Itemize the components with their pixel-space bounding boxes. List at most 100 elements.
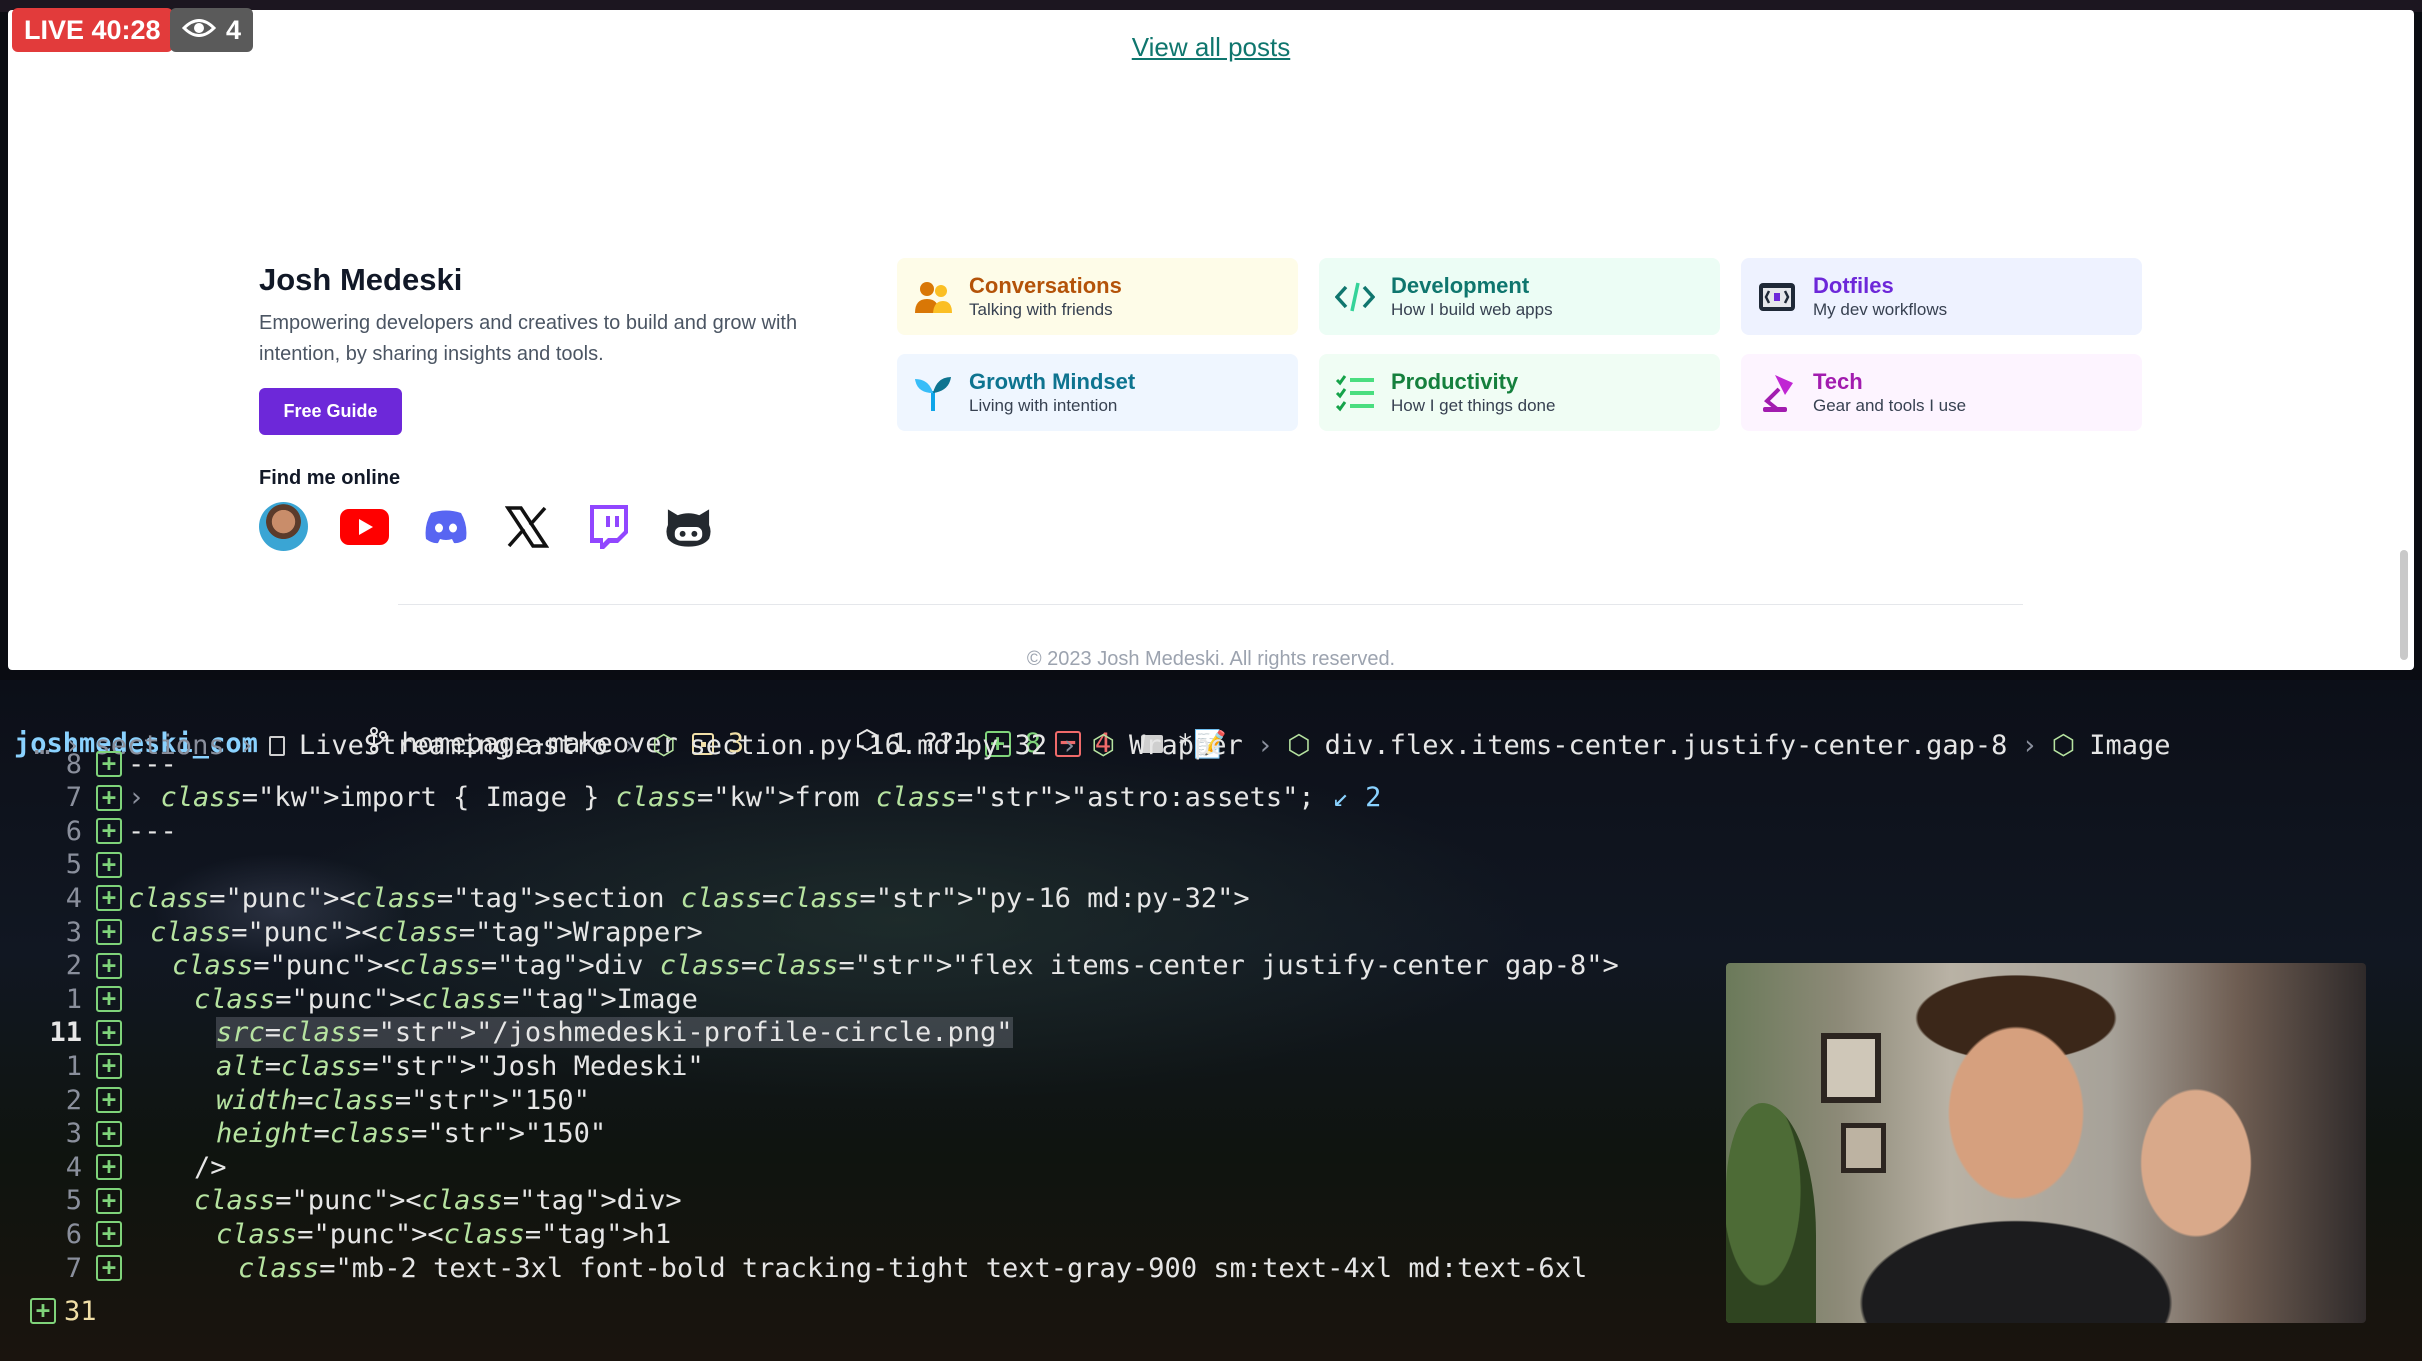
- cube-icon: ⬡: [2051, 730, 2076, 761]
- line-number: 8: [65, 748, 82, 780]
- git-added-sign-icon: +: [96, 952, 122, 979]
- code-line[interactable]: 5 +: [0, 848, 128, 882]
- card-subtitle: My dev workflows: [1813, 299, 1948, 319]
- free-guide-button[interactable]: Free Guide: [259, 388, 402, 435]
- category-cards: Conversations Talking with friends Develo…: [897, 258, 2142, 431]
- chevron-right-icon: ›: [1256, 730, 1274, 761]
- git-added-sign-icon: +: [96, 751, 122, 777]
- fold-chevron-icon[interactable]: ›: [128, 782, 161, 813]
- git-added-sign-icon: +: [96, 1120, 122, 1147]
- plant-decor: [1726, 1103, 1816, 1323]
- code-line[interactable]: 2 + width=class="str">"150": [0, 1083, 590, 1117]
- live-badge: LIVE 40:28: [12, 8, 173, 52]
- code-text: alt=class="str">"Josh Medeski": [216, 1050, 704, 1082]
- line-number: 6: [65, 1218, 82, 1250]
- browser-viewport: View all posts Josh Medeski Empowering d…: [8, 10, 2414, 670]
- code-text: class="punc"><class="tag">Wrapper>: [150, 916, 703, 948]
- page-scrollbar[interactable]: [2400, 550, 2408, 660]
- code-text: />: [194, 1151, 227, 1183]
- code-line[interactable]: 7 + class="mb-2 text-3xl font-bold trackin…: [0, 1251, 1587, 1285]
- line-number: 6: [65, 815, 82, 847]
- breadcrumb-section[interactable]: section.py-16.md:py-32: [690, 730, 1048, 761]
- avatar[interactable]: [259, 502, 308, 551]
- category-card-productivity[interactable]: Productivity How I get things done: [1319, 354, 1720, 431]
- viewer-badge: 4: [170, 8, 254, 52]
- category-card-development[interactable]: Development How I build web apps: [1319, 258, 1720, 335]
- line-number: 5: [65, 849, 82, 881]
- line-number: 7: [65, 782, 82, 814]
- code-line[interactable]: 5 + class="punc"><class="tag">div>: [0, 1184, 682, 1218]
- fold-count: 31: [64, 1295, 97, 1327]
- code-line[interactable]: 1 + alt=class="str">"Josh Medeski": [0, 1049, 704, 1083]
- category-card-dotfiles[interactable]: Dotfiles My dev workflows: [1741, 258, 2142, 335]
- code-line[interactable]: 3 + class="punc"><class="tag">Wrapper>: [0, 915, 703, 949]
- code-line[interactable]: 2 + class="punc"><class="tag">div class=cl…: [0, 949, 1619, 983]
- code-icon: [1335, 277, 1375, 317]
- social-links: [259, 502, 713, 551]
- code-text: class="punc"><class="tag">div>: [194, 1185, 682, 1217]
- code-line[interactable]: 7 + › class="kw">import { Image } class="k…: [0, 781, 1382, 815]
- code-text: height=class="str">"150": [216, 1118, 607, 1150]
- code-line[interactable]: 1 + class="punc"><class="tag">Image: [0, 982, 698, 1016]
- twitch-icon[interactable]: [583, 502, 632, 551]
- breadcrumb-image[interactable]: Image: [2089, 730, 2170, 761]
- git-added-sign-icon: +: [96, 1019, 122, 1046]
- chevron-right-icon: ›: [238, 730, 255, 761]
- code-line[interactable]: 8 + ---: [0, 747, 177, 781]
- copyright-text: © 2023 Josh Medeski. All rights reserved…: [1026, 648, 1396, 670]
- line-number: 4: [65, 1151, 82, 1183]
- view-all-posts-link[interactable]: View all posts: [8, 32, 2414, 63]
- code-text: class="punc"><class="tag">section class=…: [128, 882, 1250, 914]
- code-line[interactable]: 4 + />: [0, 1150, 227, 1184]
- line-number: 2: [65, 1084, 82, 1116]
- footer-divider: [398, 604, 2023, 605]
- line-number: 2: [65, 950, 82, 982]
- author-name: Josh Medeski: [259, 262, 463, 297]
- terminal-icon: [1757, 277, 1797, 317]
- category-card-growth-mindset[interactable]: Growth Mindset Living with intention: [897, 354, 1298, 431]
- cube-icon: ⬡: [651, 730, 676, 761]
- youtube-icon[interactable]: [340, 502, 389, 551]
- x-icon[interactable]: [502, 502, 551, 551]
- code-line[interactable]: 3 + height=class="str">"150": [0, 1117, 606, 1151]
- code-text: width=class="str">"150": [216, 1084, 590, 1116]
- fold-plus-icon: +: [30, 1298, 56, 1324]
- code-text: ---: [128, 748, 177, 780]
- card-subtitle: How I get things done: [1391, 395, 1556, 415]
- chevron-right-icon: ›: [621, 730, 638, 761]
- viewer-count: 4: [226, 14, 242, 45]
- git-added-sign-icon: +: [96, 986, 122, 1013]
- code-line[interactable]: 11 + src=class="str">"/joshmedeski-profile…: [0, 1016, 1013, 1050]
- git-added-sign-icon: +: [96, 1221, 122, 1248]
- category-card-tech[interactable]: Tech Gear and tools I use: [1741, 354, 2142, 431]
- diagnostic-hint: ↙ 2: [1332, 782, 1382, 814]
- git-added-sign-icon: +: [96, 784, 122, 811]
- discord-icon[interactable]: [421, 502, 470, 551]
- breadcrumb-div[interactable]: div.flex.items-center.justify-center.gap…: [1325, 730, 2008, 761]
- github-icon[interactable]: [664, 502, 713, 551]
- cube-icon: ⬡: [1091, 730, 1116, 761]
- category-card-conversations[interactable]: Conversations Talking with friends: [897, 258, 1298, 335]
- line-number: 5: [65, 1185, 82, 1217]
- line-number: 1: [65, 983, 82, 1015]
- git-added-sign-icon: +: [96, 885, 122, 912]
- wall-frame: [1841, 1123, 1886, 1173]
- breadcrumb-file[interactable]: LiveStreaming.astro: [299, 730, 608, 761]
- fold-summary: + 31: [30, 1294, 97, 1328]
- code-line[interactable]: 6 + class="punc"><class="tag">h1: [0, 1217, 671, 1251]
- git-added-sign-icon: +: [96, 818, 122, 845]
- checklist-icon: [1335, 373, 1375, 413]
- lamp-icon: [1757, 373, 1797, 413]
- live-label: LIVE 40:28: [24, 14, 161, 45]
- git-added-sign-icon: +: [96, 1087, 122, 1113]
- code-line[interactable]: 6 + ---: [0, 814, 177, 848]
- card-title: Dotfiles: [1813, 272, 1894, 298]
- code-line[interactable]: 4 + class="punc"><class="tag">section clas…: [0, 881, 1250, 915]
- chevron-right-icon: ›: [1061, 730, 1078, 761]
- git-added-sign-icon: +: [96, 1187, 122, 1214]
- card-subtitle: Living with intention: [969, 395, 1118, 415]
- breadcrumb-wrapper[interactable]: Wrapper: [1129, 730, 1243, 761]
- card-subtitle: How I build web apps: [1391, 299, 1553, 319]
- sprout-icon: [913, 373, 953, 413]
- eye-icon: [181, 15, 217, 46]
